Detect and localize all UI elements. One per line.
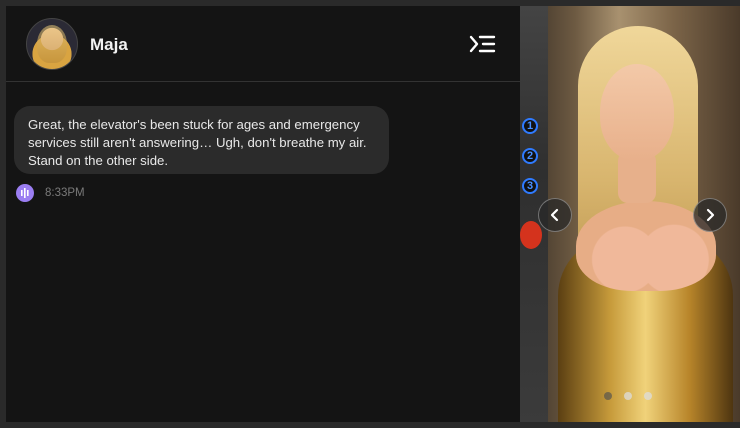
gallery-prev-button[interactable]: [538, 198, 572, 232]
chat-header: Maja: [6, 6, 520, 82]
gallery-dot-1[interactable]: [604, 392, 612, 400]
audio-wave-icon: [21, 188, 29, 198]
chevron-left-icon: [550, 208, 559, 222]
elevator-button-3: 3: [522, 178, 538, 194]
gallery-dot-3[interactable]: [644, 392, 652, 400]
chevron-right-icon: [706, 208, 715, 222]
play-audio-button[interactable]: [16, 184, 34, 202]
menu-collapse-icon: [469, 35, 496, 53]
gallery-pagination: [604, 392, 656, 402]
message-bubble: Great, the elevator's been stuck for age…: [14, 106, 389, 174]
window-frame-bottom: [0, 422, 740, 428]
gallery-dot-2[interactable]: [624, 392, 632, 400]
message-text: Great, the elevator's been stuck for age…: [28, 117, 367, 168]
gallery-next-button[interactable]: [693, 198, 727, 232]
menu-button[interactable]: [468, 32, 496, 56]
alarm-button: [520, 221, 542, 249]
contact-name: Maja: [90, 35, 128, 54]
message-timestamp: 8:33PM: [45, 187, 85, 199]
image-gallery[interactable]: 1 2 3: [520, 6, 740, 422]
avatar[interactable]: [26, 18, 78, 70]
elevator-button-2: 2: [522, 148, 538, 164]
elevator-button-1: 1: [522, 118, 538, 134]
chat-panel: Maja Great, the elevator's been stuck fo…: [6, 6, 520, 422]
